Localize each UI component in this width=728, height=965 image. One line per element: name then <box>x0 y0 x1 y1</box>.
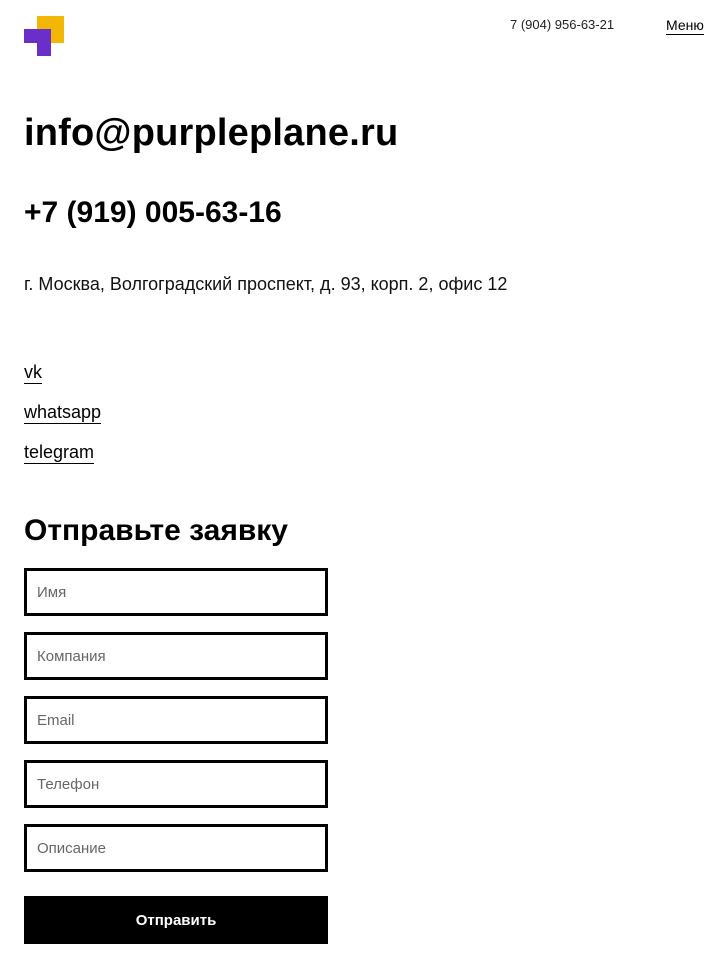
contact-email-link[interactable]: info@purpleplane.ru <box>24 112 398 155</box>
phone-input[interactable] <box>24 760 328 808</box>
logo-purple-block <box>24 29 51 43</box>
name-input[interactable] <box>24 568 328 616</box>
contact-address: г. Москва, Волгоградский проспект, д. 93… <box>24 274 508 294</box>
email-input[interactable] <box>24 696 328 744</box>
logo-purple-block-lower <box>37 43 51 56</box>
contact-phone-link[interactable]: +7 (919) 005-63-16 <box>24 196 282 230</box>
company-input[interactable] <box>24 632 328 680</box>
description-input[interactable] <box>24 824 328 872</box>
submit-button[interactable]: Отправить <box>24 896 328 944</box>
logo-icon[interactable] <box>24 16 64 56</box>
social-link-whatsapp[interactable]: whatsapp <box>24 402 102 424</box>
menu-button[interactable]: Меню <box>666 17 704 35</box>
header-phone-link[interactable]: 7 (904) 956-63-21 <box>510 17 614 32</box>
form-title: Отправьте заявку <box>24 514 288 547</box>
social-link-telegram[interactable]: telegram <box>24 442 95 464</box>
social-link-vk[interactable]: vk <box>24 362 42 384</box>
